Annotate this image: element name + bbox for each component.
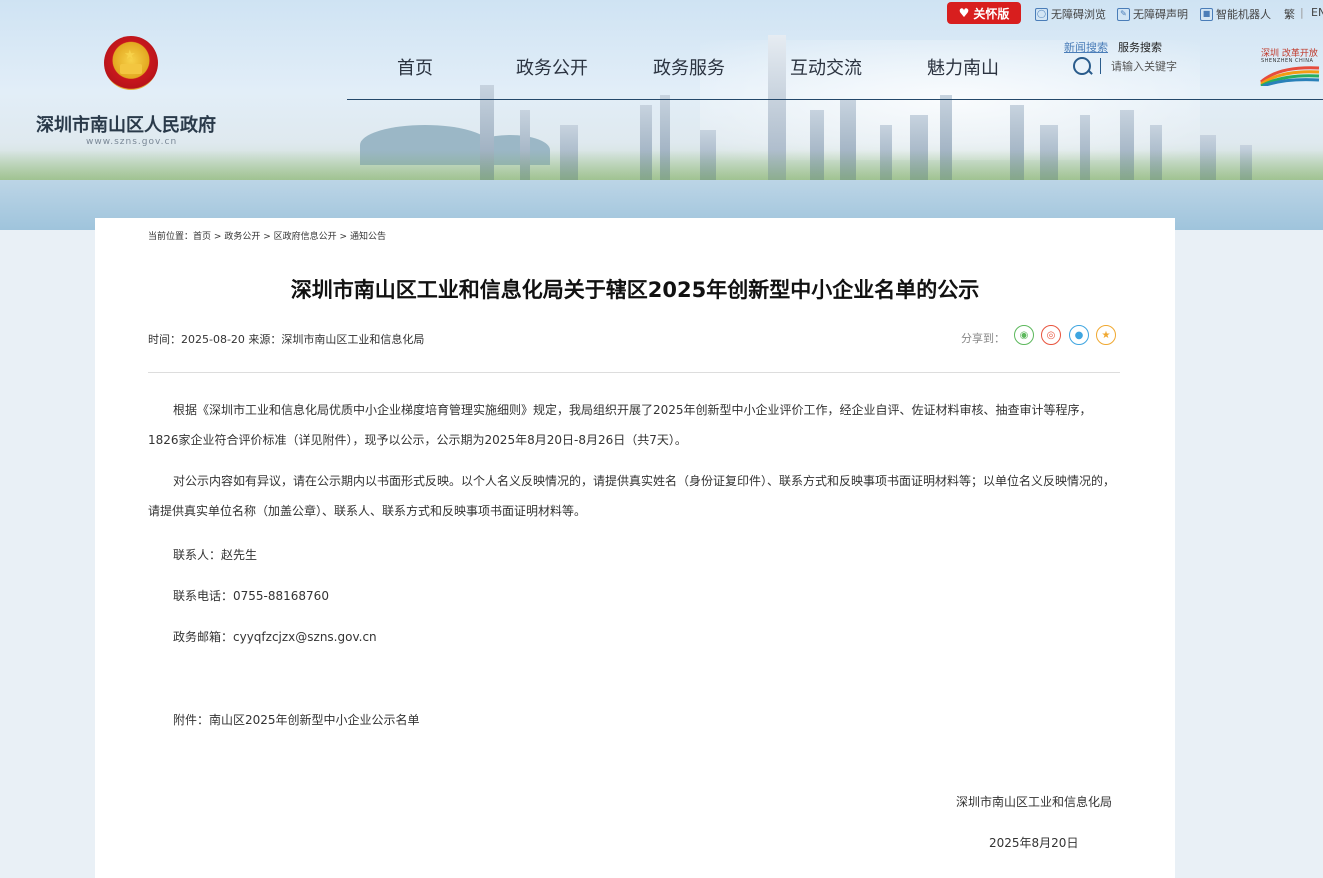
national-emblem-icon: ★: [104, 36, 158, 90]
article-body-2: 对公示内容如有异议，请在公示期内以书面形式反映。以个人名义反映情况的，请提供真实…: [148, 466, 1120, 526]
english-link[interactable]: EN: [1311, 6, 1323, 19]
shenzhen-logo-arc-icon: [1260, 66, 1320, 86]
breadcrumb-separator: >: [263, 232, 271, 242]
paragraph-1: 根据《深圳市工业和信息化局优质中小企业梯度培育管理实施细则》规定，我局组织开展了…: [148, 403, 1092, 447]
accessibility-statement-link[interactable]: ✎ 无障碍声明: [1117, 6, 1188, 22]
tab-service-search[interactable]: 服务搜索: [1118, 39, 1162, 55]
traditional-chinese-label: 繁: [1284, 8, 1295, 21]
util-divider: |: [1300, 6, 1304, 19]
contact-phone: 联系电话：0755-88168760: [173, 589, 329, 603]
breadcrumb-separator: >: [213, 232, 222, 242]
nav-home[interactable]: 首页: [397, 54, 433, 80]
care-mode-button[interactable]: ♥ 关怀版: [947, 2, 1021, 24]
site-name[interactable]: 深圳市南山区人民政府: [36, 111, 216, 137]
search-input[interactable]: [1105, 56, 1237, 76]
signature-org: 深圳市南山区工业和信息化局: [956, 795, 1113, 809]
breadcrumb-government-affairs[interactable]: 政务公开: [224, 232, 260, 242]
contact-person: 联系人：赵先生: [173, 548, 258, 562]
nav-divider: [347, 99, 1323, 100]
nav-government-affairs[interactable]: 政务公开: [516, 54, 588, 80]
nav-charm-nanshan[interactable]: 魅力南山: [927, 54, 999, 80]
meta-divider: [148, 372, 1120, 373]
nav-interaction[interactable]: 互动交流: [790, 54, 862, 80]
site-url: www.szns.gov.cn: [86, 137, 178, 147]
share-label: 分享到：: [961, 332, 1005, 345]
article-title: 深圳市南山区工业和信息化局关于辖区2025年创新型中小企业名单的公示: [290, 278, 980, 302]
document-icon: ✎: [1117, 7, 1130, 21]
paragraph-2: 对公示内容如有异议，请在公示期内以书面形式反映。以个人名义反映情况的，请提供真实…: [148, 474, 1116, 518]
smart-robot-label: 智能机器人: [1216, 8, 1271, 21]
breadcrumb-label: 当前位置：: [148, 232, 194, 242]
shenzhen-logo[interactable]: 深圳 改革开放 SHENZHEN CHINA: [1259, 44, 1323, 92]
search-icon[interactable]: [1073, 57, 1091, 75]
weibo-icon[interactable]: ◎: [1041, 325, 1061, 345]
traditional-chinese-link[interactable]: 繁: [1284, 6, 1295, 22]
search-divider: [1100, 58, 1101, 74]
breadcrumb-separator: >: [339, 232, 348, 242]
breadcrumb-notices[interactable]: 通知公告: [350, 232, 386, 242]
breadcrumb-home[interactable]: 首页: [193, 232, 211, 242]
signature-date: 2025年8月20日: [989, 836, 1079, 850]
breadcrumb-info-disclosure[interactable]: 区政府信息公开: [274, 232, 337, 242]
english-label: EN: [1311, 6, 1323, 19]
accessible-browse-link[interactable]: ◯ 无障碍浏览: [1035, 6, 1106, 22]
wechat-icon[interactable]: ◉: [1014, 325, 1034, 345]
attachment-link[interactable]: 附件：南山区2025年创新型中小企业公示名单: [173, 711, 420, 728]
accessible-browse-label: 无障碍浏览: [1051, 8, 1106, 21]
nav-government-services[interactable]: 政务服务: [653, 54, 725, 80]
qq-icon[interactable]: ●: [1069, 325, 1089, 345]
contact-email: 政务邮箱：cyyqfzcjzx@szns.gov.cn: [173, 630, 377, 644]
smart-robot-link[interactable]: ■ 智能机器人: [1200, 6, 1271, 22]
care-mode-label: 关怀版: [973, 6, 1010, 21]
article-meta: 时间：2025-08-20 来源：深圳市南山区工业和信息化局: [148, 333, 425, 346]
robot-icon: ■: [1200, 7, 1213, 21]
tab-news-search[interactable]: 新闻搜索: [1064, 39, 1108, 55]
accessibility-icon: ◯: [1035, 7, 1048, 21]
accessibility-statement-label: 无障碍声明: [1133, 8, 1188, 21]
qzone-icon[interactable]: ★: [1096, 325, 1116, 345]
care-icon: ♥: [958, 6, 970, 20]
breadcrumb: 当前位置：首页 > 政务公开 > 区政府信息公开 > 通知公告: [148, 229, 386, 242]
article-body: 根据《深圳市工业和信息化局优质中小企业梯度培育管理实施细则》规定，我局组织开展了…: [148, 395, 1120, 455]
